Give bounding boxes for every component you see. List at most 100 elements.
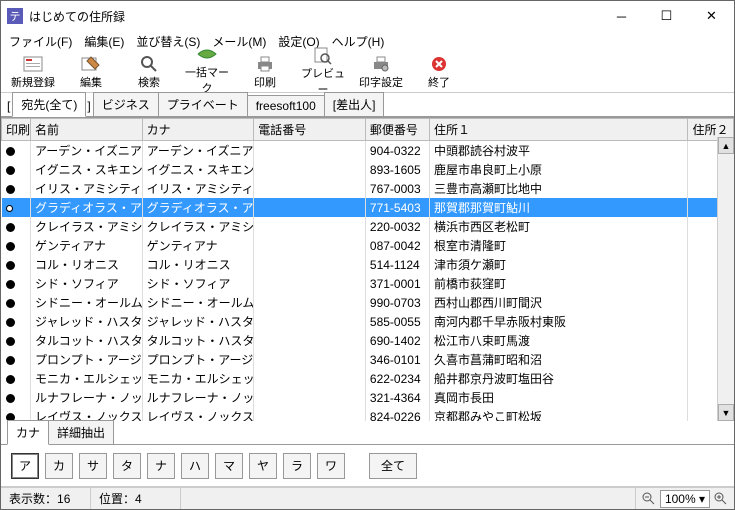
cell-tel	[254, 160, 366, 179]
status-pos: 位置：4	[91, 488, 181, 509]
cell-tel	[254, 331, 366, 350]
kana-a[interactable]: ア	[11, 453, 39, 479]
table-row[interactable]: シドニー・オールムシドニー・オールム990-0703西村山郡西川町間沢	[2, 293, 734, 312]
scroll-up-button[interactable]: ▲	[718, 137, 734, 154]
table-row[interactable]: イリス・アミシティアイリス・アミシティア767-0003三豊市高瀬町比地中	[2, 179, 734, 198]
table-row[interactable]: タルコット・ハスタタルコット・ハスタ690-1402松江市八束町馬渡	[2, 331, 734, 350]
col-kana[interactable]: カナ	[142, 119, 254, 141]
address-table[interactable]: 印刷 名前 カナ 電話番号 郵便番号 住所１ 住所２ アーデン・イズニアアーデン…	[1, 118, 734, 421]
cell-tel	[254, 255, 366, 274]
maximize-button[interactable]: ☐	[644, 2, 689, 30]
tab-private[interactable]: プライベート	[158, 92, 248, 116]
tab-freesoft[interactable]: freesoft100	[247, 95, 325, 116]
tab-detail[interactable]: 詳細抽出	[48, 420, 114, 444]
cell-kana: クレイラス・アミシティア	[142, 217, 254, 236]
kana-ya[interactable]: ヤ	[249, 453, 277, 479]
table-row[interactable]: クレイラス・アミシティアクレイラス・アミシティア220-0032横浜市西区老松町	[2, 217, 734, 236]
cell-kana: アーデン・イズニア	[142, 141, 254, 161]
printset-button[interactable]: 印字設定	[353, 52, 409, 92]
cell-zip: 321-4364	[365, 388, 429, 407]
print-dot	[6, 147, 15, 156]
kana-ta[interactable]: タ	[113, 453, 141, 479]
scroll-down-button[interactable]: ▼	[718, 404, 734, 421]
cell-addr1: 船井郡京丹波町塩田谷	[430, 369, 688, 388]
cell-tel	[254, 293, 366, 312]
menu-edit[interactable]: 編集(E)	[80, 31, 128, 52]
print-dot	[6, 318, 15, 327]
menu-sort[interactable]: 並び替え(S)	[132, 31, 204, 52]
cell-tel	[254, 141, 366, 161]
print-button[interactable]: 印刷	[237, 52, 293, 92]
cell-tel	[254, 236, 366, 255]
zoom-in-icon[interactable]	[714, 492, 728, 506]
edit-icon	[81, 54, 101, 74]
cell-tel	[254, 179, 366, 198]
table-row[interactable]: イグニス・スキエンティアイグニス・スキエンティア893-1605鹿屋市串良町上小…	[2, 160, 734, 179]
cell-zip: 824-0226	[365, 407, 429, 421]
cell-zip: 346-0101	[365, 350, 429, 369]
mark-button[interactable]: 一括マーク	[179, 52, 235, 92]
preview-button[interactable]: プレビュー	[295, 52, 351, 92]
kana-ra[interactable]: ラ	[283, 453, 311, 479]
table-row[interactable]: ルナフレーナ・ノックス・フルーレルナフレーナ・ノックス・フルーレ321-4364…	[2, 388, 734, 407]
table-row[interactable]: レイヴス・ノックス・フルーレレイヴス・ノックス・フルーレ824-0226京都郡み…	[2, 407, 734, 421]
cell-kana: コル・リオニス	[142, 255, 254, 274]
kana-ma[interactable]: マ	[215, 453, 243, 479]
cell-kana: イグニス・スキエンティア	[142, 160, 254, 179]
vertical-scrollbar[interactable]: ▲ ▼	[717, 137, 734, 421]
col-print[interactable]: 印刷	[2, 119, 31, 141]
zoom-value[interactable]: 100% ▾	[660, 490, 710, 508]
tab-business[interactable]: ビジネス	[93, 92, 159, 116]
kana-wa[interactable]: ワ	[317, 453, 345, 479]
close-button[interactable]: ✕	[689, 2, 734, 30]
cell-kana: シドニー・オールム	[142, 293, 254, 312]
menu-mail[interactable]: メール(M)	[208, 31, 270, 52]
table-row[interactable]: ジャレッド・ハスタジャレッド・ハスタ585-0055南河内郡千早赤阪村東阪	[2, 312, 734, 331]
col-name[interactable]: 名前	[30, 119, 142, 141]
edit-button[interactable]: 編集	[63, 52, 119, 92]
kana-na[interactable]: ナ	[147, 453, 175, 479]
kana-ka[interactable]: カ	[45, 453, 73, 479]
print-dot	[6, 337, 15, 346]
tab-sender[interactable]: [差出人]	[324, 92, 385, 116]
table-row[interactable]: シド・ソフィアシド・ソフィア371-0001前橋市荻窪町	[2, 274, 734, 293]
cell-zip: 371-0001	[365, 274, 429, 293]
kana-all[interactable]: 全て	[369, 453, 417, 479]
exit-icon	[429, 54, 449, 74]
cell-name: シド・ソフィア	[30, 274, 142, 293]
menubar: ファイル(F) 編集(E) 並び替え(S) メール(M) 設定(O) ヘルプ(H…	[1, 31, 734, 51]
cell-addr1: 津市須ケ瀬町	[430, 255, 688, 274]
cell-name: ジャレッド・ハスタ	[30, 312, 142, 331]
tab-all[interactable]: 宛先(全て)	[12, 92, 86, 117]
cell-tel	[254, 198, 366, 217]
kana-row: ア カ サ タ ナ ハ マ ヤ ラ ワ 全て	[1, 445, 734, 487]
print-dot	[6, 166, 15, 175]
new-button[interactable]: 新規登録	[5, 52, 61, 92]
table-row[interactable]: コル・リオニスコル・リオニス514-1124津市須ケ瀬町	[2, 255, 734, 274]
table-row[interactable]: モニカ・エルシェットモニカ・エルシェット622-0234船井郡京丹波町塩田谷	[2, 369, 734, 388]
toolbar: 新規登録 編集 検索 一括マーク 印刷 プレビュー 印字設定 終了	[1, 51, 734, 93]
kana-ha[interactable]: ハ	[181, 453, 209, 479]
cell-name: イグニス・スキエンティア	[30, 160, 142, 179]
cell-zip: 622-0234	[365, 369, 429, 388]
table-row[interactable]: ゲンティアナゲンティアナ087-0042根室市清隆町	[2, 236, 734, 255]
table-row[interactable]: グラディオラス・アミシティアグラディオラス・アミシティア771-5403那賀郡那…	[2, 198, 734, 217]
table-row[interactable]: アーデン・イズニアアーデン・イズニア904-0322中頭郡読谷村波平	[2, 141, 734, 161]
col-addr1[interactable]: 住所１	[430, 119, 688, 141]
col-zip[interactable]: 郵便番号	[365, 119, 429, 141]
col-tel[interactable]: 電話番号	[254, 119, 366, 141]
search-button[interactable]: 検索	[121, 52, 177, 92]
cell-addr1: 三豊市高瀬町比地中	[430, 179, 688, 198]
search-icon	[139, 54, 159, 74]
table-row[interactable]: プロンプト・アージェンタムプロンプト・アージェンタム346-0101久喜市菖蒲町…	[2, 350, 734, 369]
tab-kana[interactable]: カナ	[7, 420, 49, 445]
kana-sa[interactable]: サ	[79, 453, 107, 479]
cell-zip: 893-1605	[365, 160, 429, 179]
cell-tel	[254, 388, 366, 407]
minimize-button[interactable]: ─	[599, 2, 644, 30]
cell-addr1: 京都郡みやこ町松坂	[430, 407, 688, 421]
zoom-out-icon[interactable]	[642, 492, 656, 506]
menu-help[interactable]: ヘルプ(H)	[328, 31, 389, 52]
exit-button[interactable]: 終了	[411, 52, 467, 92]
menu-file[interactable]: ファイル(F)	[5, 31, 76, 52]
